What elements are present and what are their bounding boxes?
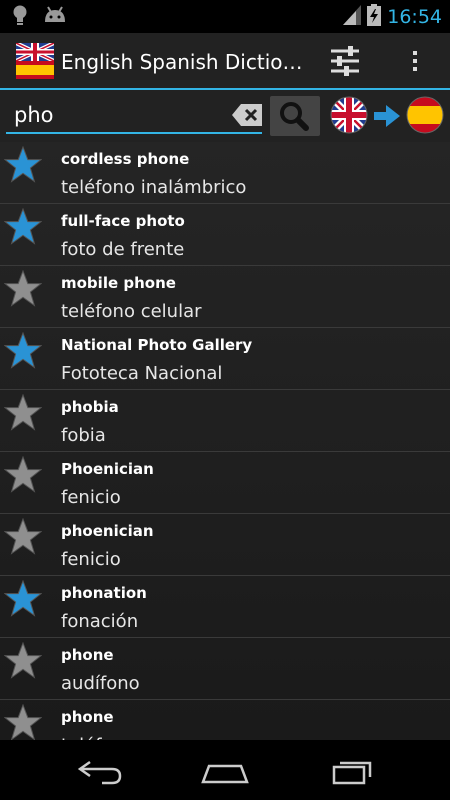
result-translation: teléfono celular	[61, 301, 202, 322]
results-list[interactable]: cordless phone teléfono inalámbrico full-f…	[0, 142, 450, 740]
result-translation: foto de frente	[61, 239, 185, 260]
result-term: full-face photo	[61, 212, 185, 230]
result-term: phobia	[61, 398, 119, 416]
uk-spain-flag-app-icon[interactable]	[15, 41, 55, 79]
star-icon[interactable]	[3, 207, 43, 246]
result-term: phone	[61, 708, 114, 726]
result-translation: fenicio	[61, 549, 121, 570]
star-icon[interactable]	[3, 145, 43, 184]
result-translation: audífono	[61, 673, 140, 694]
result-translation: teléfono inalámbrico	[61, 177, 247, 198]
search-icon	[270, 102, 320, 140]
clock: 16:54	[387, 6, 442, 28]
result-translation: fonación	[61, 611, 139, 632]
search-input[interactable]	[14, 102, 214, 128]
star-icon[interactable]	[3, 703, 43, 740]
result-item[interactable]: phoneteléfono	[0, 700, 450, 740]
result-item[interactable]: phobia fobia	[0, 390, 450, 452]
search-bar	[0, 90, 450, 142]
result-item[interactable]: National Photo Gallery Fototeca Nacional	[0, 328, 450, 390]
recent-apps-icon[interactable]	[322, 752, 382, 788]
star-icon[interactable]	[3, 517, 43, 556]
result-item[interactable]: cordless phone teléfono inalámbrico	[0, 142, 450, 204]
result-term: cordless phone	[61, 150, 190, 168]
home-icon[interactable]	[195, 752, 255, 788]
star-icon[interactable]	[3, 269, 43, 308]
result-item[interactable]: phoenician fenicio	[0, 514, 450, 576]
star-icon[interactable]	[3, 579, 43, 618]
star-icon[interactable]	[3, 455, 43, 494]
result-term: phoenician	[61, 522, 154, 540]
search-button[interactable]	[270, 96, 320, 136]
result-item[interactable]: phonation fonación	[0, 576, 450, 638]
result-term: phonation	[61, 584, 147, 602]
result-term: Phoenician	[61, 460, 154, 478]
result-item[interactable]: phone audífono	[0, 638, 450, 700]
result-term: National Photo Gallery	[61, 336, 253, 354]
android-icon	[42, 6, 68, 30]
uk-flag-icon[interactable]	[330, 96, 368, 134]
result-item[interactable]: mobile phone teléfono celular	[0, 266, 450, 328]
clear-text-icon[interactable]	[232, 104, 262, 126]
result-term: mobile phone	[61, 274, 176, 292]
star-icon[interactable]	[3, 641, 43, 680]
result-translation: Fototeca Nacional	[61, 363, 223, 384]
action-bar: English Spanish Dictio…	[0, 33, 450, 90]
signal-icon	[343, 5, 362, 29]
status-bar: 16:54	[0, 0, 450, 33]
battery-charging-icon	[367, 4, 382, 30]
settings-sliders-icon[interactable]	[322, 39, 368, 83]
star-icon[interactable]	[3, 393, 43, 432]
star-icon[interactable]	[3, 331, 43, 370]
lightbulb-icon	[12, 5, 28, 31]
result-translation: fenicio	[61, 487, 121, 508]
app-title: English Spanish Dictio…	[61, 50, 303, 74]
arrow-right-icon[interactable]	[374, 105, 400, 127]
navigation-bar	[0, 740, 450, 800]
search-field	[6, 96, 262, 134]
overflow-menu-icon[interactable]	[395, 39, 435, 83]
result-item[interactable]: Phoenician fenicio	[0, 452, 450, 514]
back-icon[interactable]	[70, 752, 130, 788]
result-term: phone	[61, 646, 114, 664]
result-translation: fobia	[61, 425, 106, 446]
result-item[interactable]: full-face photo foto de frente	[0, 204, 450, 266]
spain-flag-icon[interactable]	[406, 96, 444, 134]
